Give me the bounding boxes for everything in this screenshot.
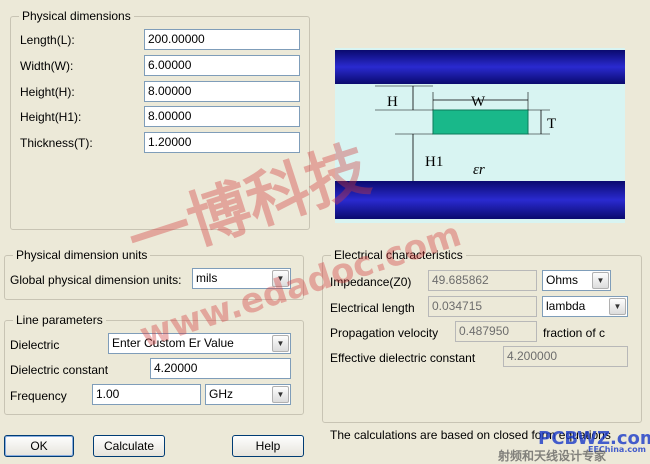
- thickness-label: Thickness(T):: [20, 136, 93, 150]
- physical-dimensions-title: Physical dimensions: [19, 9, 134, 23]
- length-label: Length(L):: [20, 33, 75, 47]
- frequency-unit-value: GHz: [209, 387, 233, 401]
- height-h-label: Height(H):: [20, 85, 75, 99]
- watermark-footer: 射频和天线设计专家: [498, 449, 607, 463]
- ok-button[interactable]: OK: [4, 435, 74, 457]
- impedance-unit-select[interactable]: Ohms ▼: [542, 270, 611, 291]
- electrical-title: Electrical characteristics: [331, 248, 466, 262]
- dielectric-select-value: Enter Custom Er Value: [112, 336, 234, 350]
- height-h1-input[interactable]: 8.00000: [144, 106, 300, 127]
- electrical-length-output: 0.034715: [428, 296, 537, 317]
- length-unit-select[interactable]: lambda ▼: [542, 296, 628, 317]
- label-w: W: [471, 94, 486, 110]
- dielectric-label: Dielectric: [10, 338, 60, 352]
- velocity-output: 0.487950: [455, 321, 537, 342]
- dielectric-select[interactable]: Enter Custom Er Value ▼: [108, 333, 291, 354]
- chevron-down-icon[interactable]: ▼: [272, 270, 289, 287]
- velocity-unit-label: fraction of c: [543, 326, 606, 340]
- label-t: T: [547, 116, 556, 132]
- frequency-label: Frequency: [10, 389, 67, 403]
- impedance-output: 49.685862: [428, 270, 537, 291]
- units-label: Global physical dimension units:: [10, 273, 182, 287]
- width-input[interactable]: 6.00000: [144, 55, 300, 76]
- label-er: εr: [473, 162, 485, 178]
- electrical-length-label: Electrical length: [330, 301, 415, 315]
- help-button[interactable]: Help: [232, 435, 304, 457]
- frequency-input[interactable]: 1.00: [92, 384, 201, 405]
- label-h: H: [387, 94, 398, 110]
- dielectric-constant-input[interactable]: 4.20000: [150, 358, 291, 379]
- thickness-input[interactable]: 1.20000: [144, 132, 300, 153]
- impedance-unit-value: Ohms: [546, 273, 579, 287]
- stripline-diagram: H W T H1 εr: [335, 48, 625, 223]
- impedance-label: Impedance(Z0): [330, 275, 412, 289]
- signal-strip: [432, 109, 529, 135]
- bottom-ground-plane: [335, 181, 625, 219]
- units-title: Physical dimension units: [13, 248, 151, 262]
- chevron-down-icon[interactable]: ▼: [272, 386, 289, 403]
- chevron-down-icon[interactable]: ▼: [592, 272, 609, 289]
- label-h1: H1: [425, 154, 443, 170]
- top-ground-plane: [335, 50, 625, 84]
- units-select[interactable]: mils ▼: [192, 268, 291, 289]
- length-unit-value: lambda: [546, 299, 586, 313]
- velocity-label: Propagation velocity: [330, 326, 439, 340]
- effective-dielectric-output: 4.200000: [503, 346, 628, 367]
- calculation-note: The calculations are based on closed for…: [330, 428, 611, 442]
- calculate-button[interactable]: Calculate: [93, 435, 165, 457]
- chevron-down-icon[interactable]: ▼: [609, 298, 626, 315]
- dielectric-constant-label: Dielectric constant: [10, 363, 109, 377]
- width-label: Width(W):: [20, 59, 74, 73]
- height-h1-label: Height(H1):: [20, 110, 82, 124]
- units-select-value: mils: [196, 271, 218, 285]
- length-input[interactable]: 200.00000: [144, 29, 300, 50]
- frequency-unit-select[interactable]: GHz ▼: [205, 384, 291, 405]
- height-h-input[interactable]: 8.00000: [144, 81, 300, 102]
- chevron-down-icon[interactable]: ▼: [272, 335, 289, 352]
- effective-dielectric-label: Effective dielectric constant: [330, 351, 476, 365]
- line-parameters-title: Line parameters: [13, 313, 106, 327]
- watermark-logo-sub: EEChina.com: [588, 445, 646, 454]
